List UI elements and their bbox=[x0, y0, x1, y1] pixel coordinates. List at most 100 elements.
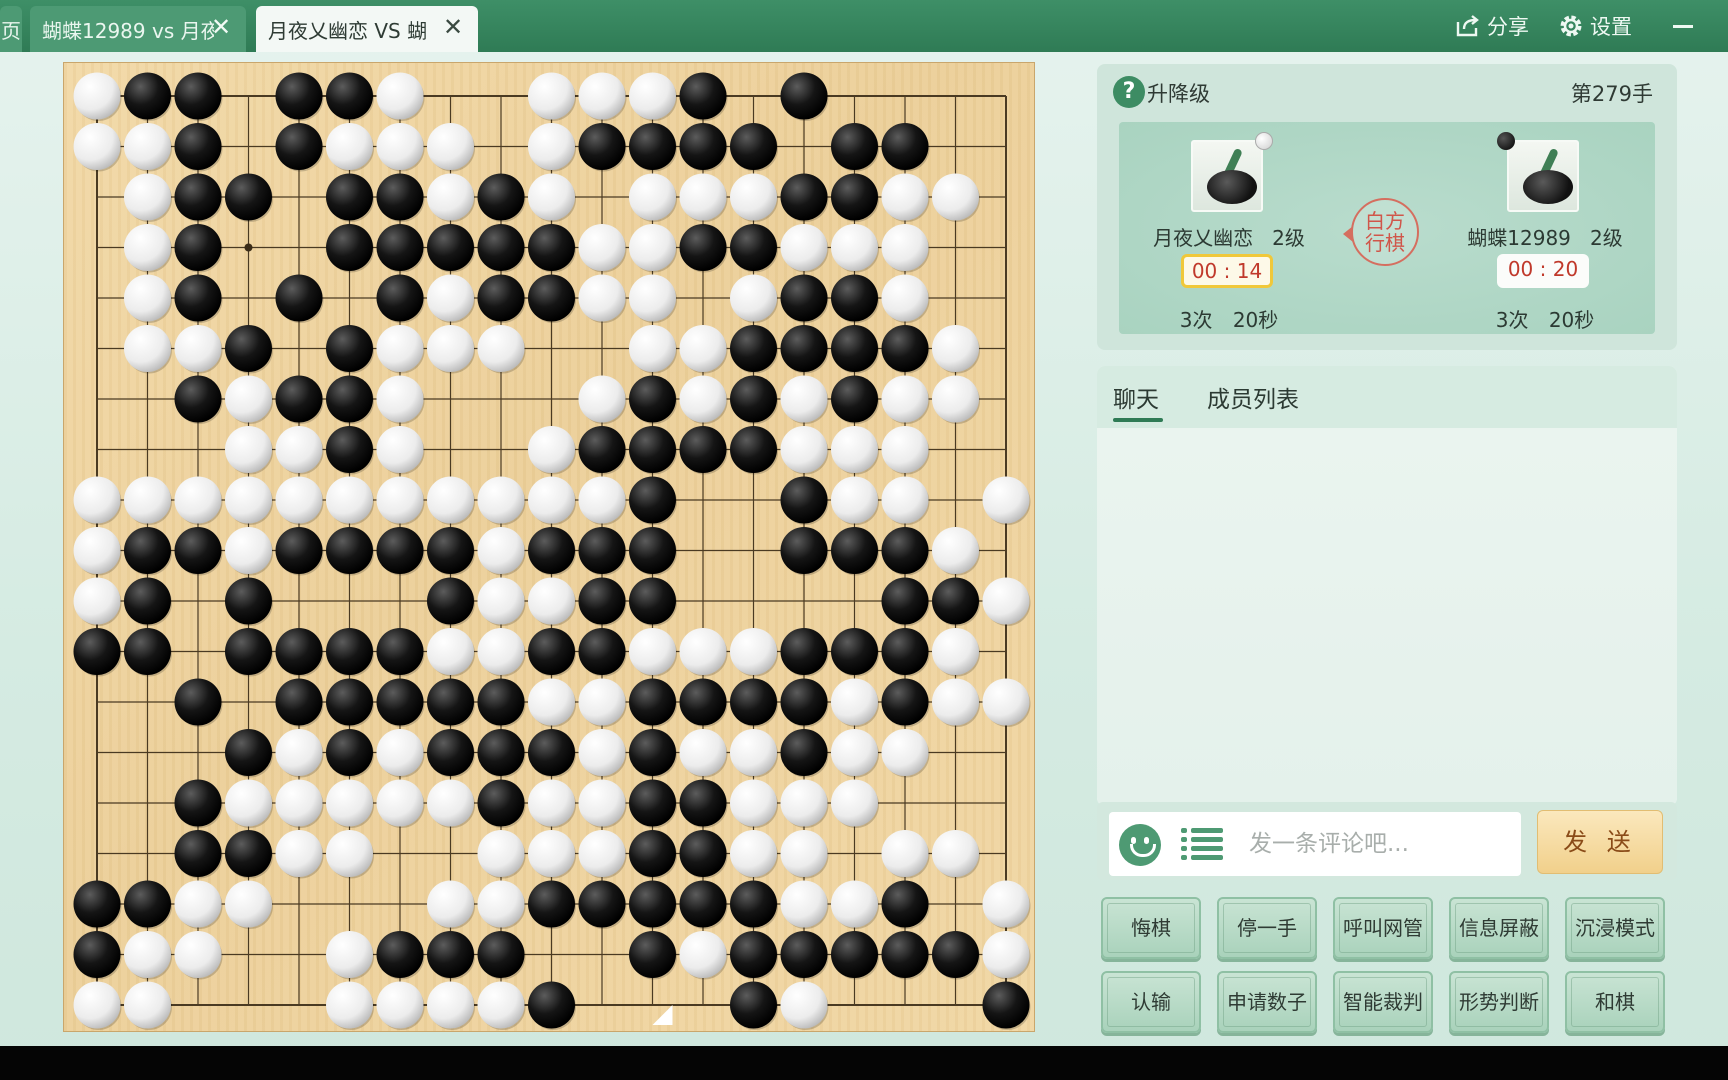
close-icon[interactable]: ✕ bbox=[440, 14, 466, 40]
black-stone bbox=[427, 224, 474, 271]
white-stone bbox=[124, 123, 171, 170]
black-stone bbox=[831, 375, 878, 423]
resign-button[interactable]: 认输 bbox=[1101, 971, 1201, 1033]
white-stone bbox=[629, 628, 676, 675]
black-stone bbox=[881, 931, 929, 978]
black-stone bbox=[881, 325, 929, 372]
black-stone bbox=[174, 527, 222, 574]
send-button[interactable]: 发 送 bbox=[1537, 810, 1663, 874]
white-stone bbox=[275, 426, 323, 473]
white-stone bbox=[73, 527, 121, 574]
white-stone bbox=[477, 476, 525, 524]
avatar[interactable] bbox=[1191, 140, 1263, 212]
black-stone bbox=[629, 123, 676, 170]
black-stone bbox=[528, 981, 575, 1029]
white-stone bbox=[427, 325, 474, 372]
white-stone bbox=[780, 981, 828, 1029]
tab-hidden[interactable]: 页 bbox=[0, 6, 22, 52]
white-stone bbox=[982, 476, 1030, 524]
black-stone bbox=[780, 931, 828, 978]
white-stone bbox=[225, 476, 272, 524]
black-stone bbox=[174, 678, 222, 726]
call-admin-button[interactable]: 呼叫网管 bbox=[1333, 897, 1433, 959]
white-stone bbox=[477, 325, 525, 372]
tab-game-2[interactable]: 月夜乂幽恋 VS 蝴 ✕ bbox=[256, 6, 478, 52]
active-tab-indicator bbox=[1113, 418, 1163, 422]
white-stone bbox=[376, 375, 424, 423]
white-stone bbox=[982, 678, 1030, 726]
white-stone bbox=[124, 325, 171, 372]
black-stone bbox=[730, 880, 777, 928]
white-stone bbox=[73, 577, 121, 625]
white-stone bbox=[629, 274, 676, 322]
white-stone bbox=[629, 173, 676, 221]
black-stone bbox=[376, 274, 424, 322]
white-stone bbox=[831, 779, 878, 827]
share-button[interactable]: 分享 bbox=[1455, 10, 1529, 42]
black-stone bbox=[679, 880, 727, 928]
tab-member-list[interactable]: 成员列表 bbox=[1207, 380, 1299, 414]
request-count-button[interactable]: 申请数子 bbox=[1217, 971, 1317, 1033]
emoji-icon[interactable] bbox=[1119, 824, 1161, 866]
black-stone bbox=[124, 72, 171, 120]
comment-input[interactable] bbox=[1249, 822, 1509, 866]
player-name-text: 月夜乂幽恋 bbox=[1153, 226, 1254, 250]
help-icon[interactable]: ? bbox=[1113, 76, 1145, 108]
immersive-mode-button[interactable]: 沉浸模式 bbox=[1565, 897, 1665, 959]
white-stone bbox=[780, 779, 828, 827]
white-stone bbox=[73, 123, 121, 170]
black-stone bbox=[326, 224, 373, 271]
tab-chat[interactable]: 聊天 bbox=[1113, 380, 1159, 414]
black-stone bbox=[629, 931, 676, 978]
black-stone bbox=[831, 123, 878, 170]
black-stone bbox=[275, 72, 323, 120]
black-stone bbox=[326, 375, 373, 423]
white-stone bbox=[982, 880, 1030, 928]
chat-messages[interactable] bbox=[1097, 428, 1677, 806]
black-stone bbox=[730, 325, 777, 372]
black-stone bbox=[780, 628, 828, 675]
white-stone bbox=[528, 173, 575, 221]
player-rank: 2级 bbox=[1272, 226, 1305, 250]
avatar[interactable] bbox=[1507, 140, 1579, 212]
black-stone bbox=[831, 527, 878, 574]
white-stone bbox=[932, 325, 979, 372]
player-rank: 2级 bbox=[1589, 226, 1623, 250]
minimize-button[interactable] bbox=[1670, 12, 1696, 38]
block-messages-button[interactable]: 信息屏蔽 bbox=[1449, 897, 1549, 959]
settings-button[interactable]: 设置 bbox=[1558, 10, 1632, 42]
white-stone bbox=[427, 981, 474, 1029]
white-stone bbox=[427, 628, 474, 675]
ai-referee-button[interactable]: 智能裁判 bbox=[1333, 971, 1433, 1033]
pass-button[interactable]: 停一手 bbox=[1217, 897, 1317, 959]
black-stone bbox=[174, 274, 222, 322]
black-stone bbox=[881, 628, 929, 675]
quick-phrase-list-icon[interactable] bbox=[1181, 826, 1225, 862]
black-stone bbox=[477, 779, 525, 827]
black-stone bbox=[881, 678, 929, 726]
black-stone bbox=[528, 880, 575, 928]
black-stone bbox=[275, 628, 323, 675]
white-stone bbox=[578, 224, 626, 271]
white-stone bbox=[376, 779, 424, 827]
position-judgment-button[interactable]: 形势判断 bbox=[1449, 971, 1549, 1033]
black-stone bbox=[376, 678, 424, 726]
undo-button[interactable]: 悔棋 bbox=[1101, 897, 1201, 959]
board-grid[interactable] bbox=[64, 63, 1036, 1033]
taskbar-strip bbox=[0, 1046, 1728, 1080]
black-stone bbox=[326, 325, 373, 372]
white-stone bbox=[275, 729, 323, 776]
player-black: 蝴蝶12989 2级 00 : 20 3次 20秒 bbox=[1435, 122, 1655, 334]
white-stone bbox=[376, 72, 424, 120]
black-stone bbox=[73, 880, 121, 928]
black-stone bbox=[477, 729, 525, 776]
share-icon bbox=[1456, 15, 1479, 37]
black-stone bbox=[124, 628, 171, 675]
white-stone bbox=[174, 325, 222, 372]
black-stone bbox=[578, 426, 626, 473]
white-stone bbox=[679, 931, 727, 978]
draw-button[interactable]: 和棋 bbox=[1565, 971, 1665, 1033]
tab-game-1[interactable]: 蝴蝶12989 vs 月夜 ✕ bbox=[30, 6, 246, 52]
close-icon[interactable]: ✕ bbox=[208, 14, 234, 40]
go-board[interactable] bbox=[63, 62, 1035, 1032]
